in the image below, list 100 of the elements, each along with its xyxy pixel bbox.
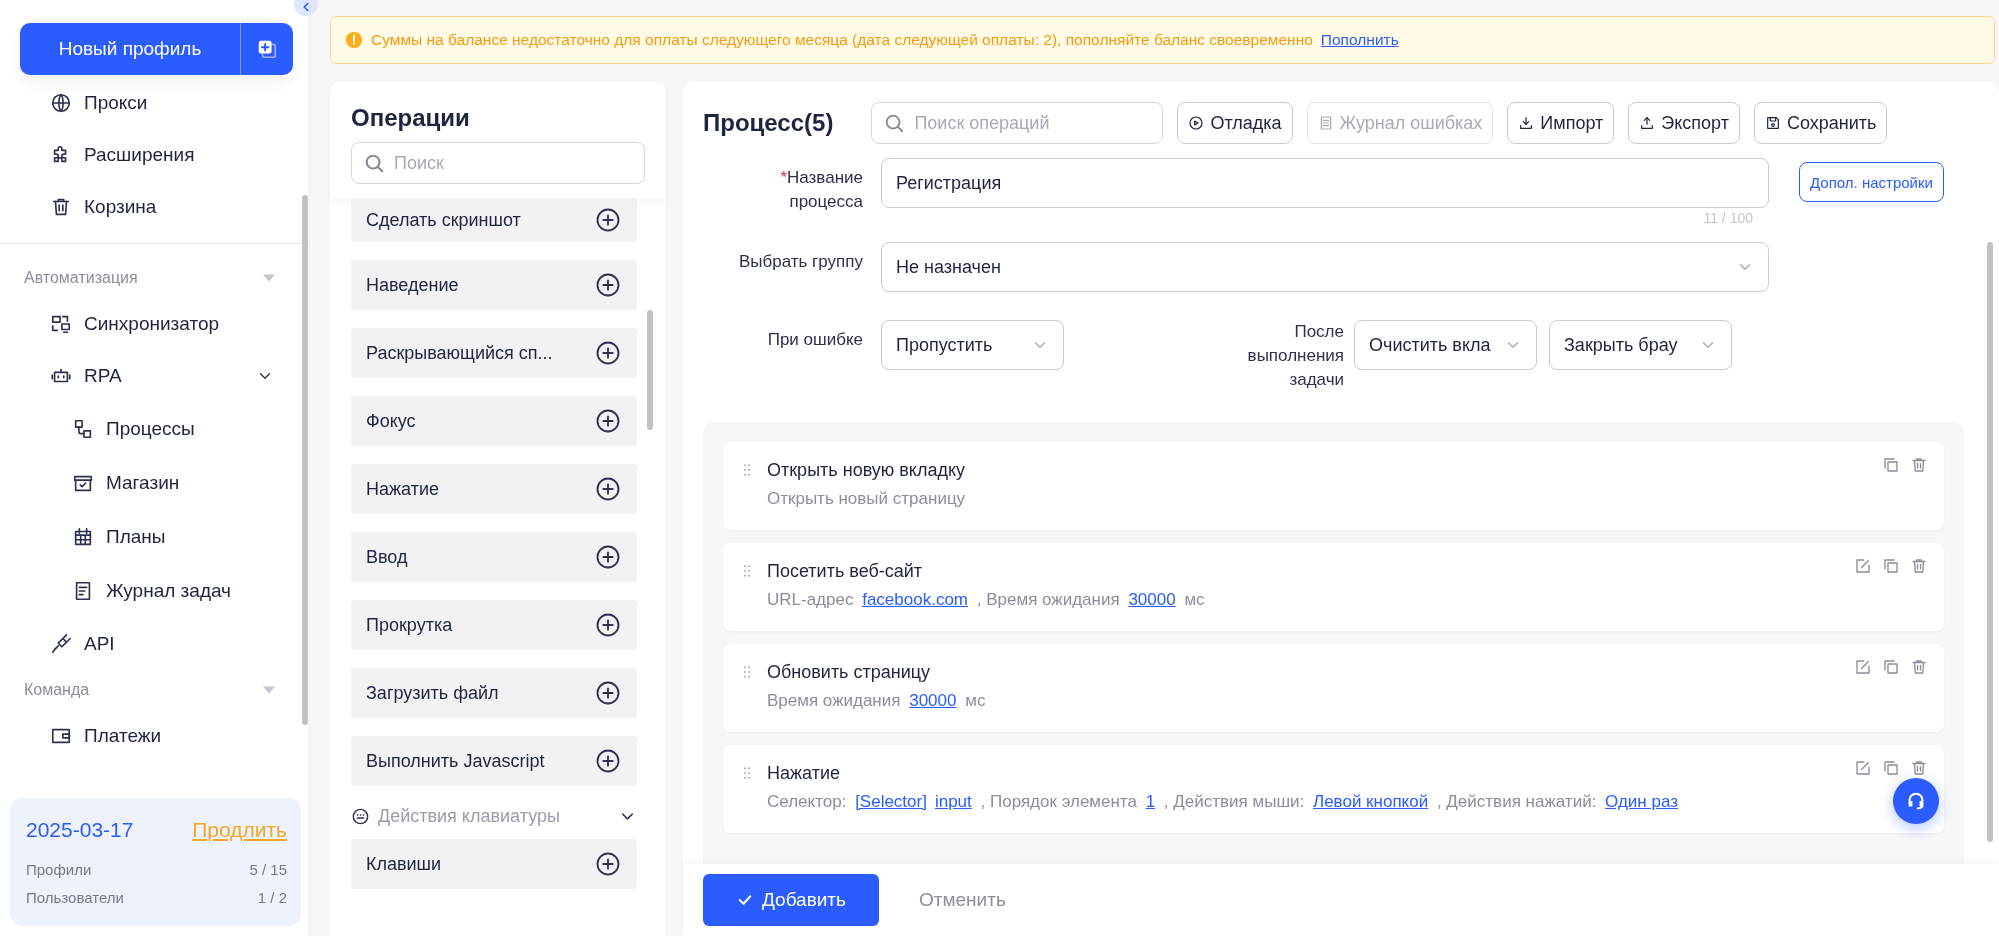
plus-circle-icon[interactable] [594, 543, 622, 571]
nav-item[interactable]: Магазин [0, 456, 309, 510]
nav-item[interactable]: Журнал задач [0, 564, 309, 618]
advanced-settings-button[interactable]: Допол. настройки [1799, 162, 1944, 202]
plus-circle-icon[interactable] [594, 850, 622, 878]
step-title: Посетить веб-сайт [767, 560, 924, 583]
operation-item[interactable]: Нажатие [351, 464, 637, 514]
nav-item[interactable]: Расширения [0, 129, 309, 181]
step-details: Время ожидания 30000 мс [767, 690, 987, 712]
panel-title: Процесс(5) [703, 109, 834, 137]
nav-item[interactable]: Процессы [0, 402, 309, 456]
toolbar-button[interactable]: Сохранить [1753, 102, 1888, 144]
edit-icon[interactable] [1854, 759, 1872, 777]
nav-item[interactable]: API [0, 618, 309, 670]
nav-item[interactable]: RPA [0, 350, 309, 402]
search-icon [363, 152, 385, 174]
plan-date: 2025-03-17 [26, 818, 134, 842]
plus-circle-icon[interactable] [594, 475, 622, 503]
stat-label: Пользователи [26, 888, 124, 908]
step-title: Обновить страницу [767, 661, 932, 684]
calendar-icon [72, 526, 94, 548]
plus-circle-icon[interactable] [594, 407, 622, 435]
plus-circle-icon[interactable] [594, 339, 622, 367]
parameter-link[interactable]: [Selector] [855, 792, 927, 811]
step-title: Открыть новую вкладку [767, 459, 967, 482]
panel-title: Операции [351, 104, 471, 132]
globe-icon [50, 92, 72, 114]
stat-label: Профили [26, 860, 92, 880]
parameter-link[interactable]: input [934, 792, 972, 811]
section-title: Автоматизация [24, 269, 138, 287]
trash-icon[interactable] [1910, 658, 1928, 676]
section-title: Действия клавиатуры [378, 806, 560, 827]
nav-item[interactable]: Прокси [0, 77, 309, 129]
download-icon [1518, 115, 1535, 131]
parameter-link[interactable]: Один раз [1605, 792, 1678, 811]
add-profile-button[interactable] [241, 23, 293, 75]
operation-item[interactable]: Загрузить файл [351, 668, 637, 718]
edit-icon[interactable] [1854, 658, 1872, 676]
group-select[interactable]: Не назначен [881, 242, 1769, 292]
top-up-link[interactable]: Пополнить [1320, 31, 1399, 49]
parameter-link[interactable]: facebook.com [862, 590, 969, 609]
step-details: Открыть новый страницу [767, 488, 967, 510]
step-details: Селектор: [Selector] input , Порядок элемента 1 , Действия мыши: Левой кнопкой , Действия нажатий: Один раз [767, 791, 1679, 813]
add-button[interactable]: Добавить [703, 874, 879, 926]
plus-circle-icon[interactable] [594, 206, 622, 234]
field-label: *Название процесса [779, 167, 863, 213]
trash-icon[interactable] [1910, 759, 1928, 777]
field-label: При ошибке [766, 329, 863, 351]
section-title: Команда [24, 681, 90, 699]
operation-item[interactable]: Клавиши [351, 839, 637, 889]
stat-value: 1 / 2 [257, 888, 287, 908]
plus-circle-icon[interactable] [594, 679, 622, 707]
new-profile-button[interactable]: Новый профиль [20, 23, 241, 75]
toolbar-button[interactable]: Импорт [1507, 102, 1615, 144]
copy-icon[interactable] [1882, 658, 1900, 676]
save-icon [1764, 115, 1781, 131]
search-field[interactable]: Поиск [351, 142, 645, 184]
field-label: После выполнения задачи [1246, 321, 1344, 391]
copy-icon[interactable] [1882, 759, 1900, 777]
copy-icon[interactable] [1882, 557, 1900, 575]
trash-icon[interactable] [1910, 557, 1928, 575]
keyboard-icon [351, 807, 370, 826]
operation-item[interactable]: Прокрутка [351, 600, 637, 650]
squares-icon [72, 418, 94, 440]
step-details: URL-адрес facebook.com , Время ожидания 30000 мс [767, 589, 1206, 611]
parameter-link[interactable]: 30000 [1128, 590, 1176, 609]
parameter-link[interactable]: 1 [1145, 792, 1156, 811]
after-select[interactable]: Очистить вкла [1354, 320, 1537, 370]
search-field[interactable]: Поиск операций [871, 102, 1164, 144]
name-field[interactable]: Регистрация [881, 158, 1769, 208]
toolbar-button[interactable]: Отладка [1177, 102, 1293, 144]
trash-icon[interactable] [1910, 456, 1928, 474]
search-icon [883, 112, 906, 134]
operation-item[interactable]: Наведение [351, 260, 637, 310]
trash-icon [50, 196, 72, 218]
stat-value: 5 / 15 [249, 860, 287, 880]
nav-item[interactable]: Корзина [0, 181, 309, 233]
copy-icon[interactable] [1882, 456, 1900, 474]
operation-item[interactable]: Ввод [351, 532, 637, 582]
error-select[interactable]: Пропустить [881, 320, 1064, 370]
after-select[interactable]: Закрыть брау [1549, 320, 1732, 370]
operation-item[interactable]: Раскрывающийся сп... [351, 328, 637, 378]
plus-square-icon [256, 38, 278, 60]
plus-circle-icon[interactable] [594, 271, 622, 299]
edit-icon[interactable] [1854, 557, 1872, 575]
nav-item[interactable]: Синхронизатор [0, 298, 309, 350]
parameter-link[interactable]: 30000 [909, 691, 957, 710]
field-label: Выбрать группу [737, 251, 863, 273]
nav-item[interactable]: Платежи [0, 710, 309, 762]
play-icon [1188, 115, 1205, 131]
nav-item[interactable]: Планы [0, 510, 309, 564]
operation-item[interactable]: Фокус [351, 396, 637, 446]
plus-circle-icon[interactable] [594, 747, 622, 775]
step-title: Нажатие [767, 762, 841, 785]
toolbar-button[interactable]: Экспорт [1628, 102, 1740, 144]
plus-circle-icon[interactable] [594, 611, 622, 639]
operation-item[interactable]: Выполнить Javascript [351, 736, 637, 786]
parameter-link[interactable]: Левой кнопкой [1313, 792, 1429, 811]
operation-item[interactable]: Сделать скриншот [351, 198, 637, 242]
devices-icon [50, 313, 72, 335]
